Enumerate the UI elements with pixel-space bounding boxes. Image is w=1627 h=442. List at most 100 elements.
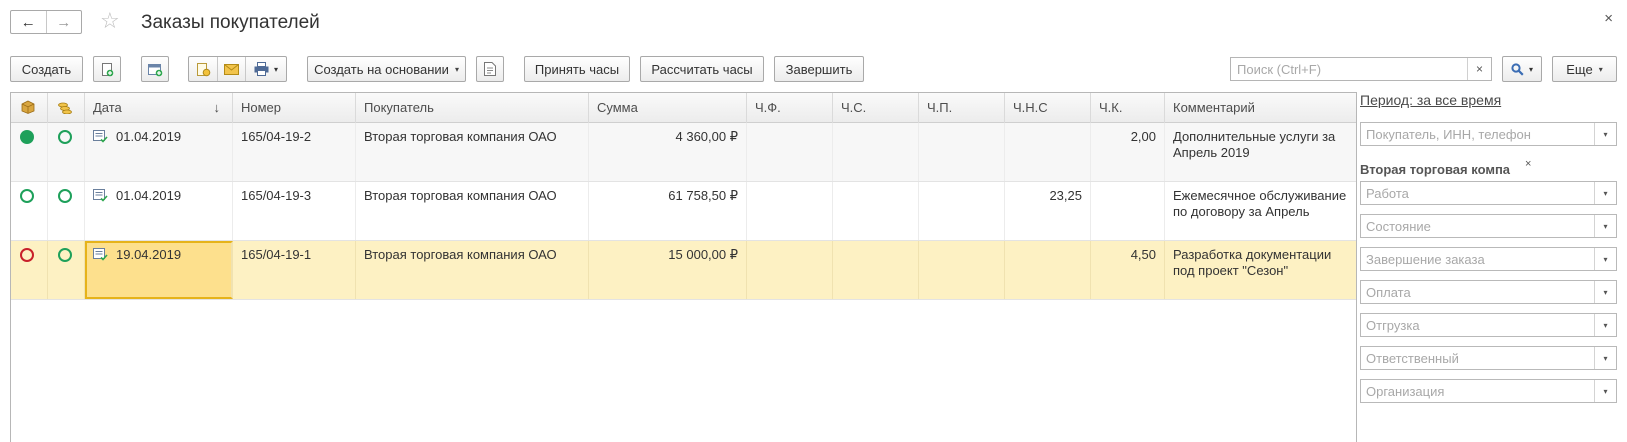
header-chp[interactable]: Ч.П. [919, 93, 1005, 123]
coins-icon [58, 102, 72, 115]
table-row[interactable]: 01.04.2019 165/04-19-3 Вторая торговая к… [11, 182, 1356, 241]
shipment-status-cell [11, 241, 48, 299]
state-filter-placeholder: Состояние [1366, 219, 1431, 234]
shipment-status-cell [11, 182, 48, 240]
comment-cell: Ежемесячное обслуживание по договору за … [1173, 188, 1347, 219]
calculate-hours-button[interactable]: Рассчитать часы [640, 56, 764, 82]
close-window-button[interactable]: × [1604, 10, 1613, 27]
status-button[interactable] [189, 57, 217, 81]
accept-hours-label: Принять часы [534, 61, 620, 77]
remove-customer-filter-button[interactable]: × [1525, 158, 1531, 170]
chf-cell [747, 241, 833, 299]
header-comment[interactable]: Комментарий [1165, 93, 1358, 123]
chns-cell [1005, 241, 1091, 299]
create-based-on-label: Создать на основании [314, 61, 449, 77]
status-filled-green-icon [20, 130, 34, 144]
table-row-selected[interactable]: 19.04.2019 165/04-19-1 Вторая торговая к… [11, 241, 1356, 300]
chevron-down-icon[interactable]: ▾ [1594, 123, 1616, 145]
more-label: Еще [1566, 61, 1593, 77]
copy-button[interactable] [93, 56, 121, 82]
chns-cell: 23,25 [1005, 182, 1091, 240]
print-button[interactable]: ▾ [245, 57, 286, 81]
chevron-down-icon[interactable]: ▾ [1594, 314, 1616, 336]
status-outline-green-icon [58, 189, 72, 203]
order-document-icon [93, 130, 108, 143]
chk-cell: 2,00 [1091, 123, 1165, 181]
header-chns[interactable]: Ч.Н.С [1005, 93, 1091, 123]
header-payment-status[interactable] [48, 93, 85, 123]
finish-button[interactable]: Завершить [774, 56, 864, 82]
sort-arrow-icon: ↓ [213, 100, 221, 115]
shipment-status-cell [11, 123, 48, 181]
chp-cell [919, 182, 1005, 240]
chs-cell [833, 123, 919, 181]
customer-filter-field[interactable]: Покупатель, ИНН, телефон ▾ [1360, 122, 1617, 146]
organization-filter-field[interactable]: Организация ▾ [1360, 379, 1617, 403]
order-document-icon [93, 248, 108, 261]
order-completion-filter-field[interactable]: Завершение заказа ▾ [1360, 247, 1617, 271]
search-input[interactable] [1231, 58, 1467, 80]
date-text: 19.04.2019 [116, 247, 182, 262]
header-customer[interactable]: Покупатель [356, 93, 589, 123]
payment-filter-placeholder: Оплата [1366, 285, 1411, 300]
state-filter-field[interactable]: Состояние ▾ [1360, 214, 1617, 238]
search-options-button[interactable]: ▾ [1502, 56, 1542, 82]
chevron-down-icon[interactable]: ▾ [1594, 248, 1616, 270]
responsible-filter-field[interactable]: Ответственный ▾ [1360, 346, 1617, 370]
selected-customer-tag: Вторая торговая компа [1360, 162, 1511, 177]
calendar-add-icon [148, 63, 163, 76]
chevron-down-icon[interactable]: ▾ [1594, 281, 1616, 303]
history-nav: ← → [10, 10, 82, 34]
shipment-filter-field[interactable]: Отгрузка ▾ [1360, 313, 1617, 337]
more-button[interactable]: Еще ▾ [1552, 56, 1617, 82]
copy-document-icon [101, 62, 113, 76]
payment-filter-field[interactable]: Оплата ▾ [1360, 280, 1617, 304]
create-based-on-button[interactable]: Создать на основании ▾ [307, 56, 466, 82]
page-title: Заказы покупателей [141, 12, 320, 33]
header-date[interactable]: Дата ↓ [85, 93, 233, 123]
chevron-down-icon[interactable]: ▾ [1594, 347, 1616, 369]
table-row[interactable]: 01.04.2019 165/04-19-2 Вторая торговая к… [11, 123, 1356, 182]
amount-cell: 61 758,50 ₽ [589, 182, 747, 240]
header-amount[interactable]: Сумма [589, 93, 747, 123]
finish-label: Завершить [785, 61, 853, 77]
date-cell-focused[interactable]: 19.04.2019 [85, 241, 233, 299]
chevron-down-icon[interactable]: ▾ [1594, 215, 1616, 237]
report-button[interactable] [476, 56, 504, 82]
chevron-down-icon[interactable]: ▾ [1594, 182, 1616, 204]
chevron-down-icon: ▾ [1528, 64, 1533, 74]
chevron-down-icon[interactable]: ▾ [1594, 380, 1616, 402]
chf-cell [747, 123, 833, 181]
document-status-icon [196, 62, 210, 76]
forward-button[interactable]: → [45, 11, 82, 33]
header-shipment-status[interactable] [11, 93, 48, 123]
arrow-right-icon: → [56, 13, 72, 31]
header-number[interactable]: Номер [233, 93, 356, 123]
table-header: Дата ↓ Номер Покупатель Сумма Ч.Ф. Ч.С. … [11, 93, 1356, 123]
chevron-down-icon: ▾ [273, 64, 278, 74]
orders-table: Дата ↓ Номер Покупатель Сумма Ч.Ф. Ч.С. … [10, 92, 1357, 442]
header-chf[interactable]: Ч.Ф. [747, 93, 833, 123]
order-document-icon [93, 189, 108, 202]
comment-cell: Разработка документации под проект "Сезо… [1173, 247, 1332, 278]
header-chk[interactable]: Ч.К. [1091, 93, 1165, 123]
chk-cell: 4,50 [1091, 241, 1165, 299]
period-link[interactable]: Период: за все время [1360, 92, 1501, 108]
accept-hours-button[interactable]: Принять часы [524, 56, 630, 82]
back-button[interactable]: ← [11, 11, 46, 33]
create-button-label: Создать [21, 61, 72, 77]
work-filter-field[interactable]: Работа ▾ [1360, 181, 1617, 205]
favorite-star-icon[interactable]: ☆ [100, 8, 120, 34]
magnifier-icon [1511, 62, 1524, 76]
chevron-down-icon: ▾ [454, 64, 459, 74]
header-chs[interactable]: Ч.С. [833, 93, 919, 123]
chs-cell [833, 182, 919, 240]
chs-cell [833, 241, 919, 299]
calendar-button[interactable] [141, 56, 169, 82]
date-cell: 01.04.2019 [85, 123, 233, 181]
create-button[interactable]: Создать [10, 56, 83, 82]
payment-status-cell [48, 182, 85, 240]
customer-cell: Вторая торговая компания ОАО [356, 123, 589, 181]
search-clear-button[interactable]: × [1467, 58, 1491, 80]
send-email-button[interactable] [217, 57, 245, 81]
